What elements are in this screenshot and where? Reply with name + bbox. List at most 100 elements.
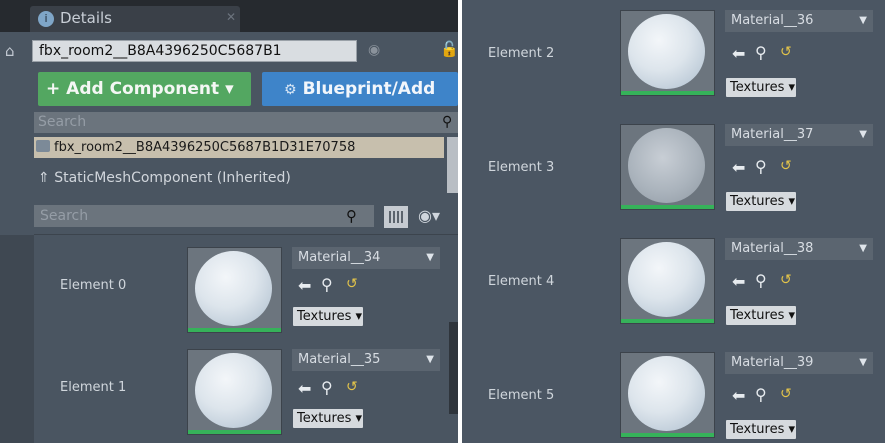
lock-icon[interactable]: 🔓 (440, 40, 458, 58)
material-sphere (628, 128, 705, 203)
chevron-down-icon: ▼ (859, 15, 867, 26)
blueprint-label: Blueprint/Add (302, 79, 436, 99)
tree-item-root-label: fbx_room2__B8A4396250C5687B1D31E70758 (54, 140, 356, 155)
tab-details[interactable]: i Details ✕ (30, 6, 240, 32)
material-thumbnail[interactable] (620, 352, 715, 438)
search-icon: ⚲ (442, 114, 453, 130)
textures-button[interactable]: Textures ▾ (726, 192, 796, 211)
material-thumbnail[interactable] (187, 349, 282, 435)
textures-button[interactable]: Textures ▾ (726, 78, 796, 97)
element-label: Element 3 (488, 160, 555, 175)
grid-view-icon[interactable] (384, 206, 408, 228)
textures-button[interactable]: Textures ▾ (293, 409, 363, 428)
chevron-down-icon: ▼ (859, 129, 867, 140)
chevron-down-icon: ▼ (859, 243, 867, 254)
back-arrow-icon[interactable]: ⬅ (298, 379, 311, 398)
material-select[interactable]: Material__36 ▼ (725, 10, 873, 32)
search-icon: ⚲ (346, 207, 357, 225)
back-arrow-icon[interactable]: ⬅ (732, 44, 745, 63)
back-arrow-icon[interactable]: ⬅ (298, 276, 311, 295)
property-search-input[interactable]: Search (34, 205, 374, 227)
tree-item-staticmesh-label: StaticMeshComponent (Inherited) (54, 170, 291, 186)
material-element-row: Element 5 Material__39 ▼ ⬅ ⚲ ↺ Textures … (462, 348, 885, 443)
chevron-down-icon: ▼ (859, 357, 867, 368)
details-panel-left: i Details ✕ ⌂ fbx_room2__B8A4396250C5687… (0, 0, 458, 443)
material-thumbnail-bar (621, 319, 714, 323)
material-select-value: Material__39 (731, 355, 814, 370)
material-select-value: Material__38 (731, 241, 814, 256)
reset-icon[interactable]: ↺ (780, 272, 792, 288)
material-element-row: Element 1 Material__35 ▼ ⬅ ⚲ ↺ Textures … (0, 347, 458, 443)
element-label: Element 5 (488, 388, 555, 403)
blueprint-icon: ⚙ (284, 82, 297, 98)
material-thumbnail-bar (621, 205, 714, 209)
reset-icon[interactable]: ↺ (346, 379, 358, 395)
material-select[interactable]: Material__39 ▼ (725, 352, 873, 374)
close-icon[interactable]: ✕ (226, 10, 236, 24)
material-select[interactable]: Material__38 ▼ (725, 238, 873, 260)
material-select[interactable]: Material__34 ▼ (292, 247, 440, 269)
details-panel-right: Element 2 Material__36 ▼ ⬅ ⚲ ↺ Textures … (462, 0, 885, 443)
material-sphere (628, 14, 705, 89)
material-select-value: Material__35 (298, 352, 381, 367)
material-element-row: Element 0 Material__34 ▼ ⬅ ⚲ ↺ Textures … (0, 243, 458, 353)
find-icon[interactable]: ⚲ (755, 271, 767, 290)
reset-icon[interactable]: ↺ (780, 44, 792, 60)
back-arrow-icon[interactable]: ⬅ (732, 386, 745, 405)
material-thumbnail[interactable] (187, 247, 282, 333)
element-label: Element 2 (488, 46, 555, 61)
reset-icon[interactable]: ↺ (780, 386, 792, 402)
material-sphere (195, 353, 272, 428)
find-icon[interactable]: ⚲ (755, 43, 767, 62)
material-element-row: Element 2 Material__36 ▼ ⬅ ⚲ ↺ Textures … (462, 6, 885, 116)
element-label: Element 4 (488, 274, 555, 289)
element-label: Element 1 (60, 380, 127, 395)
tab-bar: i Details ✕ (0, 0, 458, 32)
add-component-button[interactable]: + Add Component ▾ (38, 72, 251, 106)
material-sphere (195, 251, 272, 326)
home-icon[interactable]: ⌂ (5, 42, 21, 60)
material-sphere (628, 356, 705, 431)
chevron-down-icon: ▼ (426, 354, 434, 365)
material-thumbnail-bar (621, 91, 714, 95)
find-icon[interactable]: ⚲ (755, 157, 767, 176)
material-element-row: Element 4 Material__38 ▼ ⬅ ⚲ ↺ Textures … (462, 234, 885, 344)
material-sphere (628, 242, 705, 317)
material-select-value: Material__34 (298, 250, 381, 265)
material-select[interactable]: Material__37 ▼ (725, 124, 873, 146)
tree-item-root[interactable]: fbx_room2__B8A4396250C5687B1D31E70758 (34, 137, 444, 158)
material-thumbnail-bar (188, 328, 281, 332)
material-select-value: Material__36 (731, 13, 814, 28)
material-thumbnail-bar (188, 430, 281, 434)
material-thumbnail[interactable] (620, 238, 715, 324)
component-search-input[interactable]: Search (34, 112, 458, 133)
tab-label: Details (60, 9, 113, 27)
material-thumbnail-bar (621, 433, 714, 437)
back-arrow-icon[interactable]: ⬅ (732, 272, 745, 291)
reset-icon[interactable]: ↺ (346, 276, 358, 292)
component-icon: ⇑ (38, 170, 55, 186)
blueprint-add-button[interactable]: ⚙ Blueprint/Add (262, 72, 458, 106)
material-thumbnail[interactable] (620, 124, 715, 210)
visibility-icon[interactable]: ◉ (368, 42, 380, 58)
back-arrow-icon[interactable]: ⬅ (732, 158, 745, 177)
actor-icon (36, 140, 50, 152)
chevron-down-icon: ▼ (426, 252, 434, 263)
textures-button[interactable]: Textures ▾ (726, 420, 796, 439)
material-select[interactable]: Material__35 ▼ (292, 349, 440, 371)
find-icon[interactable]: ⚲ (755, 385, 767, 404)
details-icon: i (38, 11, 54, 27)
tree-item-staticmesh[interactable]: ⇑ StaticMeshComponent (Inherited) (38, 170, 291, 186)
tree-scrollbar[interactable] (447, 137, 458, 193)
reset-icon[interactable]: ↺ (780, 158, 792, 174)
eye-icon[interactable]: ◉▾ (418, 206, 440, 225)
material-thumbnail[interactable] (620, 10, 715, 96)
textures-button[interactable]: Textures ▾ (293, 307, 363, 326)
divider (34, 234, 458, 235)
actor-name-field[interactable]: fbx_room2__B8A4396250C5687B1 (32, 40, 357, 62)
find-icon[interactable]: ⚲ (321, 275, 333, 294)
find-icon[interactable]: ⚲ (321, 378, 333, 397)
textures-button[interactable]: Textures ▾ (726, 306, 796, 325)
element-label: Element 0 (60, 278, 127, 293)
material-element-row: Element 3 Material__37 ▼ ⬅ ⚲ ↺ Textures … (462, 120, 885, 230)
